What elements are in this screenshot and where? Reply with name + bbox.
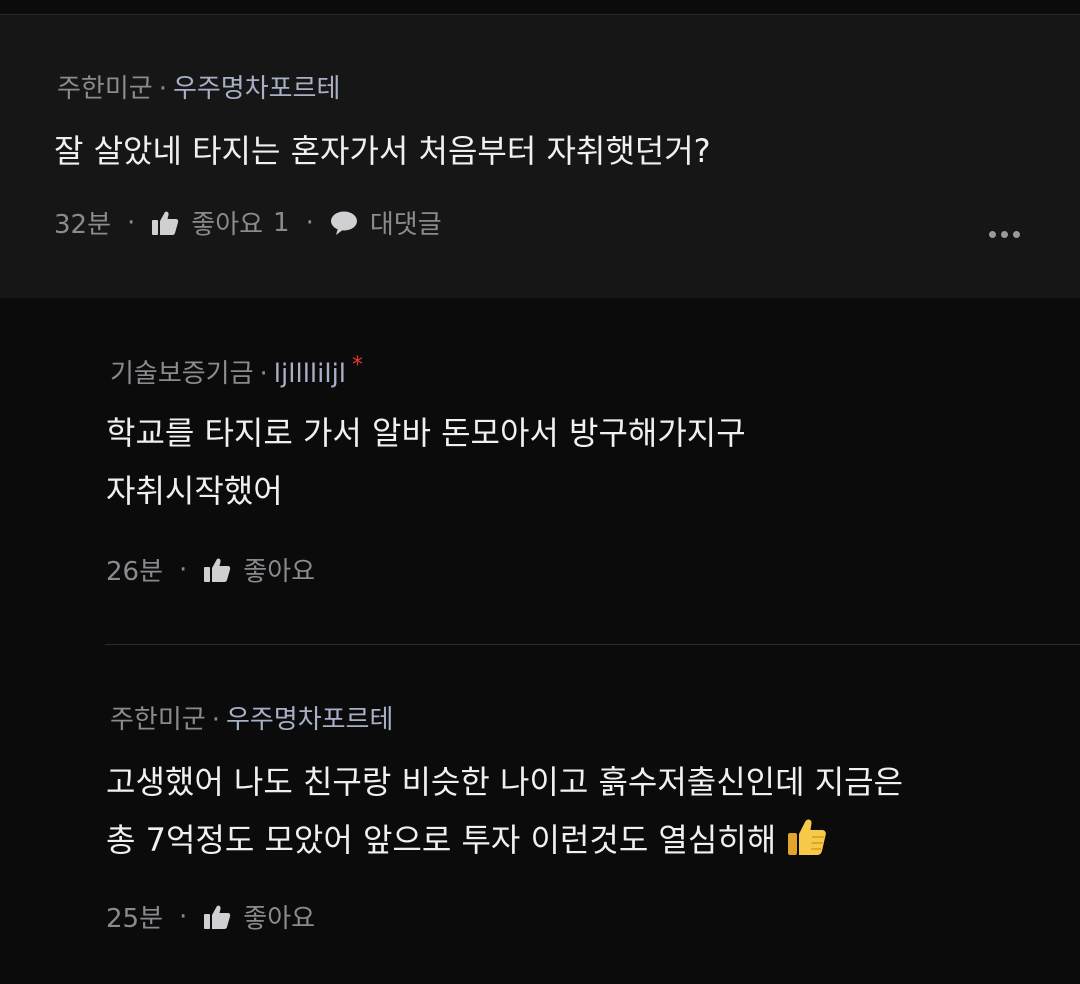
comment-actions: 32분 · 좋아요 1 · 대댓글 xyxy=(54,204,442,241)
author-nickname[interactable]: 우주명차포르테 xyxy=(173,74,340,104)
comment-line: 잘 살았네 타지는 혼자가서 처음부터 자취햇던거? xyxy=(54,132,711,170)
reply-time: 25분 xyxy=(106,904,164,934)
like-button[interactable]: 좋아요 xyxy=(191,204,263,241)
thumbs-up-icon[interactable] xyxy=(151,210,179,236)
action-separator: · xyxy=(179,554,188,585)
action-separator: · xyxy=(179,901,188,932)
author-nickname[interactable]: 우주명차포르테 xyxy=(226,705,393,735)
reply-line-with-emoji: 총 7억정도 모았어 앞으로 투자 이런것도 열심히해 xyxy=(106,811,903,875)
thumbs-up-emoji-icon xyxy=(786,817,828,875)
comment-meta: 주한미군 · 우주명차포르테 xyxy=(57,68,340,105)
comment-text: 잘 살았네 타지는 혼자가서 처음부터 자취햇던거? xyxy=(54,122,711,180)
meta-separator: · xyxy=(211,705,220,735)
reply-button[interactable]: 대댓글 xyxy=(370,204,442,241)
thumbs-up-icon[interactable] xyxy=(203,904,231,930)
board-name[interactable]: 기술보증기금 xyxy=(110,359,254,389)
author-star-badge: * xyxy=(352,353,364,378)
reply-time: 26분 xyxy=(106,557,164,587)
action-separator: · xyxy=(305,207,314,238)
board-name[interactable]: 주한미군 xyxy=(57,74,153,104)
reply-line: 고생했어 나도 친구랑 비슷한 나이고 흙수저출신인데 지금은 xyxy=(106,763,904,801)
meta-separator: · xyxy=(158,74,167,104)
reply-text: 고생했어 나도 친구랑 비슷한 나이고 흙수저출신인데 지금은 총 7억정도 모… xyxy=(106,753,903,875)
reply-line: 총 7억정도 모았어 앞으로 투자 이런것도 열심히해 xyxy=(106,821,777,859)
thumbs-up-icon[interactable] xyxy=(203,557,231,583)
like-button[interactable]: 좋아요 xyxy=(243,898,315,935)
reply-line: 학교를 타지로 가서 알바 돈모아서 방구해가지구 xyxy=(106,414,746,452)
like-count: 1 xyxy=(273,207,290,238)
reply-meta: 기술보증기금 · ljlllliljl * xyxy=(110,353,363,390)
action-separator: · xyxy=(127,207,136,238)
reply-line: 자취시작했어 xyxy=(106,472,283,510)
reply-divider xyxy=(105,644,1080,645)
more-options-icon[interactable] xyxy=(989,231,1020,238)
board-name[interactable]: 주한미군 xyxy=(110,705,206,735)
reply-actions: 26분 · 좋아요 xyxy=(106,551,315,588)
meta-separator: · xyxy=(259,359,268,389)
reply-text: 학교를 타지로 가서 알바 돈모아서 방구해가지구 자취시작했어 xyxy=(106,404,746,520)
reply-meta: 주한미군 · 우주명차포르테 xyxy=(110,699,393,736)
speech-bubble-icon[interactable] xyxy=(330,210,358,236)
comment-time: 32분 xyxy=(54,210,112,240)
reply-actions: 25분 · 좋아요 xyxy=(106,898,315,935)
author-nickname[interactable]: ljlllliljl xyxy=(274,359,346,389)
like-button[interactable]: 좋아요 xyxy=(243,551,315,588)
